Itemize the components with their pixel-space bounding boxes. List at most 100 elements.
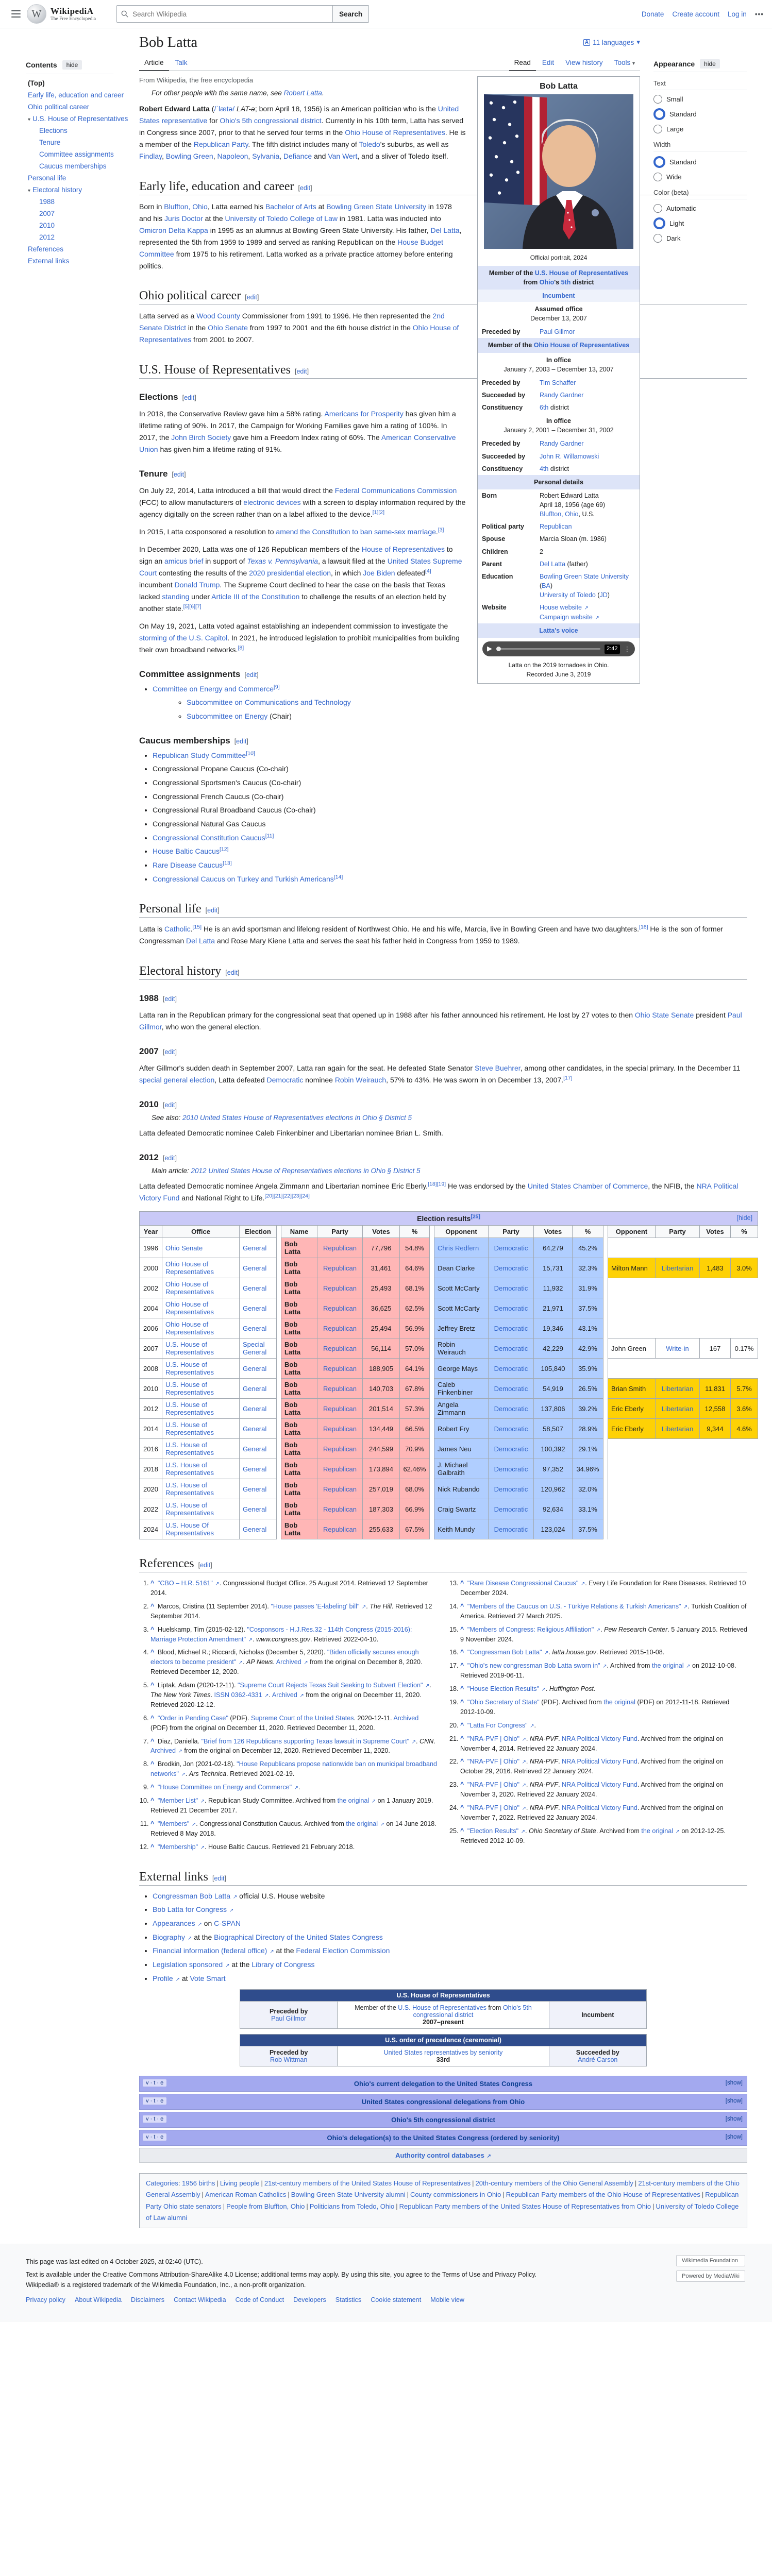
wiki-link[interactable]: General: [243, 1485, 266, 1493]
wiki-link[interactable]: NRA Political Victory Fund: [562, 1735, 637, 1742]
vte-links[interactable]: v · t · e: [143, 2097, 166, 2105]
wiki-link[interactable]: Library of Congress: [251, 1960, 314, 1969]
wiki-link[interactable]: Libertarian: [662, 1385, 693, 1393]
wiki-link[interactable]: "Election Results": [467, 1827, 518, 1835]
wiki-link[interactable]: University of Toledo College of Law: [225, 214, 338, 223]
reference-link[interactable]: [15]: [193, 924, 202, 930]
wiki-link[interactable]: Ohio House of Representatives: [534, 342, 629, 349]
wiki-link[interactable]: General: [243, 1284, 266, 1292]
wiki-link[interactable]: ISSN 0362-4331: [214, 1691, 262, 1699]
wiki-link[interactable]: Rare Disease Caucus: [153, 861, 223, 869]
wiki-link[interactable]: Ohio House of Representatives: [165, 1300, 214, 1316]
reference-link[interactable]: [5]: [183, 603, 190, 609]
wiki-link[interactable]: Republican: [323, 1445, 357, 1453]
wiki-link[interactable]: Supreme Court of the United States: [251, 1715, 354, 1722]
wiki-link[interactable]: Bowling Green: [166, 152, 213, 160]
wiki-link[interactable]: special general election: [139, 1076, 214, 1084]
wiki-link[interactable]: JD: [600, 591, 608, 599]
category-link[interactable]: County commissioners in Ohio: [410, 2191, 501, 2198]
wiki-link[interactable]: "NRA-PVF | Ohio": [467, 1781, 519, 1788]
reference-link[interactable]: [3]: [438, 527, 444, 533]
external-link-item[interactable]: Financial information (federal office) ↗…: [153, 1945, 747, 1957]
wiki-link[interactable]: Juris Doctor: [164, 214, 203, 223]
wiki-link[interactable]: Ohio State Senate: [635, 1011, 694, 1019]
wiki-link[interactable]: Democratic: [494, 1526, 528, 1533]
wiki-link[interactable]: Ohio: [540, 279, 554, 286]
wiki-link[interactable]: "CBO – H.R. 5161": [158, 1580, 213, 1587]
category-link[interactable]: Bowling Green State University alumni: [291, 2191, 406, 2198]
wiki-link[interactable]: Congressional Caucus on Turkey and Turki…: [153, 875, 334, 883]
wiki-link[interactable]: General: [243, 1465, 266, 1473]
backlink-caret[interactable]: ^: [150, 1626, 154, 1633]
reference-link[interactable]: [2]: [378, 509, 384, 515]
external-link-item[interactable]: Appearances ↗ on C-SPAN: [153, 1918, 747, 1929]
wiki-link[interactable]: the original: [346, 1820, 378, 1827]
wiki-link[interactable]: Democratic: [494, 1465, 528, 1473]
wiki-link[interactable]: Democratic: [494, 1505, 528, 1513]
toc-item-electoral-history[interactable]: ▾Electoral history: [26, 184, 138, 196]
wiki-link[interactable]: U.S. House of Representatives: [398, 2004, 486, 2011]
wiki-link[interactable]: General: [243, 1244, 266, 1252]
navbox-title-link[interactable]: Ohio's delegation(s) to the United State…: [327, 2134, 560, 2142]
wiki-link[interactable]: Congressman Bob Latta: [153, 1892, 230, 1900]
wiki-link[interactable]: Donald Trump: [174, 581, 220, 589]
backlink-caret[interactable]: ^: [460, 1626, 464, 1633]
categories-label[interactable]: Categories: [146, 2179, 178, 2187]
wiki-link[interactable]: standing: [162, 592, 189, 601]
more-options-icon[interactable]: •••: [755, 10, 764, 18]
backlink-caret[interactable]: ^: [460, 1649, 464, 1656]
reference-link[interactable]: [12]: [220, 846, 229, 853]
wiki-link[interactable]: BA: [542, 582, 550, 589]
wiki-link[interactable]: Republican: [323, 1244, 357, 1252]
reference-link[interactable]: [21]: [274, 1193, 283, 1199]
reference-link[interactable]: [6]: [189, 603, 195, 609]
wiki-link[interactable]: Findlay: [139, 152, 162, 160]
backlink-caret[interactable]: ^: [150, 1820, 154, 1827]
footer-link[interactable]: Privacy policy: [26, 2296, 65, 2303]
mediawiki-badge[interactable]: Powered by MediaWiki: [676, 2270, 745, 2282]
wiki-link[interactable]: NRA Political Victory Fund: [562, 1781, 637, 1788]
wikimedia-foundation-badge[interactable]: Wikimedia Foundation: [676, 2255, 745, 2266]
chevron-down-icon[interactable]: ▾: [28, 117, 30, 123]
wiki-link[interactable]: Republican Party: [194, 140, 248, 148]
wiki-link[interactable]: Texas v. Pennsylvania: [247, 557, 318, 565]
reference-link[interactable]: [25]: [471, 1213, 480, 1219]
radio-text-small[interactable]: Small: [653, 95, 747, 104]
wiki-link[interactable]: Del Latta: [430, 226, 459, 234]
category-link[interactable]: American Roman Catholics: [205, 2191, 287, 2198]
wiki-link[interactable]: Republican: [323, 1345, 357, 1352]
wiki-link[interactable]: Ohio House of Representatives: [139, 324, 459, 344]
backlink-caret[interactable]: ^: [460, 1781, 464, 1788]
wiki-link[interactable]: Republican: [323, 1505, 357, 1513]
wikipedia-logo[interactable]: W WikipediA The Free Encyclopedia: [27, 4, 96, 24]
wiki-link[interactable]: Defiance: [283, 152, 312, 160]
navbox-show-toggle[interactable]: [show]: [726, 2098, 743, 2104]
toc-item--top-[interactable]: (Top): [26, 77, 138, 89]
backlink-caret[interactable]: ^: [460, 1722, 464, 1729]
reference-link[interactable]: [16]: [639, 924, 648, 930]
wiki-link[interactable]: Americans for Prosperity: [325, 410, 404, 418]
wiki-link[interactable]: Archived: [393, 1715, 418, 1722]
toc-item-elections[interactable]: Elections: [26, 125, 138, 137]
wiki-link[interactable]: Committee on Energy and Commerce: [153, 685, 274, 693]
wiki-link[interactable]: Congressional Constitution Caucus: [153, 834, 265, 842]
edit-link[interactable]: edit: [236, 738, 246, 745]
wiki-link[interactable]: U.S. House of Representatives: [165, 1501, 214, 1517]
wiki-link[interactable]: Steve Buehrer: [475, 1064, 521, 1072]
reference-link[interactable]: [23]: [292, 1193, 301, 1199]
wiki-link[interactable]: U.S. House Of Representatives: [165, 1521, 214, 1537]
toc-item-2010[interactable]: 2010: [26, 219, 138, 231]
wiki-link[interactable]: Special General: [243, 1341, 266, 1356]
wiki-link[interactable]: General: [243, 1264, 266, 1272]
wiki-link[interactable]: Van Wert: [328, 152, 357, 160]
wiki-link[interactable]: Democratic: [494, 1485, 528, 1493]
backlink-caret[interactable]: ^: [150, 1797, 154, 1804]
toc-item-early-life-education-and-career[interactable]: Early life, education and career: [26, 89, 138, 101]
wiki-link[interactable]: U.S. House of Representatives: [165, 1381, 214, 1396]
wiki-link[interactable]: Democratic: [494, 1365, 528, 1372]
wiki-link[interactable]: Democratic: [494, 1445, 528, 1453]
wiki-link[interactable]: Bachelor of Arts: [265, 202, 316, 211]
wiki-link[interactable]: "Brief from 126 Republicans supporting T…: [202, 1738, 410, 1745]
navbox-title-link[interactable]: United States congressional delegations …: [362, 2098, 525, 2106]
wiki-link[interactable]: U.S. House of Representatives: [165, 1421, 214, 1436]
